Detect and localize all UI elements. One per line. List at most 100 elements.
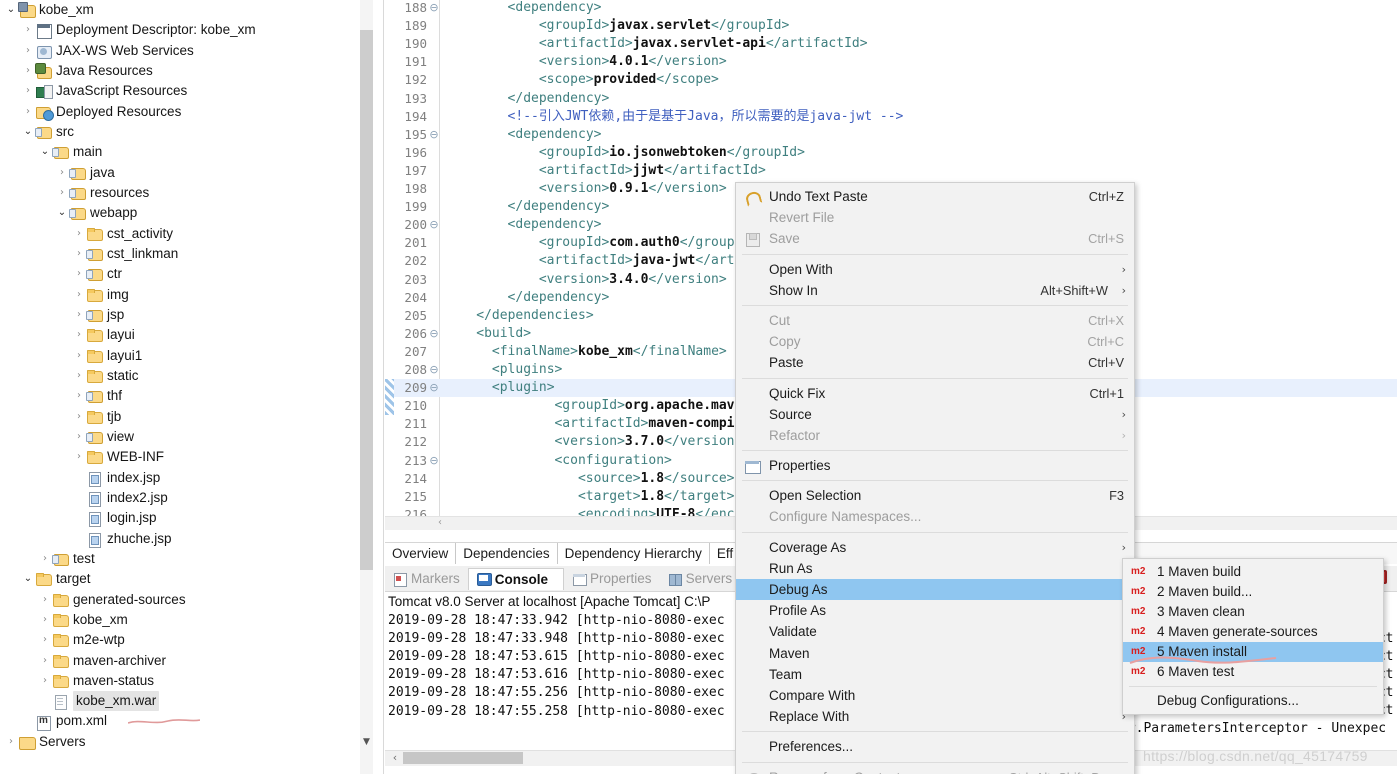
tree-item-generated-sources[interactable]: › generated-sources [0,590,362,610]
chevron-right-icon[interactable]: › [72,346,86,366]
tree-item-zhuche-jsp[interactable]: zhuche.jsp [0,529,362,549]
fold-collapse-icon[interactable]: ⊖ [429,379,439,397]
chevron-right-icon[interactable]: › [72,285,86,305]
code-line-193[interactable]: 193 </dependency> [385,90,1397,108]
tree-item-kobe-xm-war[interactable]: kobe_xm.war [0,691,362,712]
editor-context-menu[interactable]: Undo Text Paste Ctrl+Z Revert File Save Ctrl… [735,182,1135,774]
chevron-right-icon[interactable]: › [38,651,52,671]
chevron-right-icon[interactable]: › [4,732,18,752]
menu-item-validate[interactable]: Validate [736,621,1134,642]
tree-item-java[interactable]: › java [0,163,362,183]
tree-item-index-jsp[interactable]: index.jsp [0,468,362,488]
menu-item-source[interactable]: Source › [736,404,1134,425]
tree-item-layui[interactable]: › layui [0,325,362,345]
chevron-right-icon[interactable]: › [21,81,35,101]
submenu-item-2-maven-build[interactable]: m2 2 Maven build... [1123,582,1383,602]
bottom-tab-servers[interactable]: Servers [660,568,741,590]
tree-item-jsp[interactable]: › jsp [0,305,362,325]
menu-item-show-in[interactable]: Show In Alt+Shift+W › [736,280,1134,301]
tree-item-thf[interactable]: › thf [0,386,362,406]
menu-item-team[interactable]: Team› [736,664,1134,685]
menu-item-open-selection[interactable]: Open Selection F3 [736,485,1134,506]
chevron-right-icon[interactable]: › [21,61,35,81]
fold-collapse-icon[interactable]: ⊖ [429,452,439,470]
tree-item-test[interactable]: › test [0,549,362,569]
tree-item-layui1[interactable]: › layui1 [0,346,362,366]
tree-item-img[interactable]: › img [0,285,362,305]
code-line-196[interactable]: 196 <groupId>io.jsonwebtoken</groupId> [385,144,1397,162]
chevron-right-icon[interactable]: › [72,264,86,284]
chevron-right-icon[interactable]: › [38,610,52,630]
tree-item-kobe-xm[interactable]: › kobe_xm [0,610,362,630]
chevron-right-icon[interactable]: › [72,386,86,406]
tree-item-target[interactable]: ⌄ target [0,569,362,589]
tree-item-pom-xml[interactable]: pom.xml [0,711,362,731]
menu-item-replace-with[interactable]: Replace With › [736,706,1134,727]
submenu-item-debug-configurations[interactable]: Debug Configurations... [1123,691,1383,711]
chevron-right-icon[interactable]: › [38,549,52,569]
menu-item-undo-text-paste[interactable]: Undo Text Paste Ctrl+Z [736,186,1134,207]
chevron-down-icon[interactable]: ⌄ [21,569,35,589]
code-line-188[interactable]: 188 ⊖ <dependency> [385,0,1397,17]
fold-collapse-icon[interactable]: ⊖ [429,0,439,17]
bottom-tab-console[interactable]: Console [467,567,565,590]
fold-collapse-icon[interactable]: ⊖ [429,361,439,379]
editor-scroll-left-icon[interactable]: ‹ [433,516,447,530]
menu-item-properties[interactable]: Properties [736,455,1134,476]
tree-item-deployed-resources[interactable]: › Deployed Resources [0,102,362,122]
tree-item-webapp[interactable]: ⌄ webapp [0,203,362,223]
menu-item-profile-as[interactable]: Profile As› [736,600,1134,621]
tree-item-main[interactable]: ⌄ main [0,142,362,162]
chevron-right-icon[interactable]: › [21,41,35,61]
code-line-191[interactable]: 191 <version>4.0.1</version> [385,53,1397,71]
chevron-right-icon[interactable]: › [38,630,52,650]
chevron-down-icon[interactable]: ⌄ [21,122,35,142]
bottom-tab-properties[interactable]: Properties [564,568,660,590]
fold-collapse-icon[interactable]: ⊖ [429,216,439,234]
chevron-right-icon[interactable]: › [72,366,86,386]
chevron-right-icon[interactable]: › [72,407,86,427]
tree-item-javascript-resources[interactable]: › JavaScript Resources [0,81,362,101]
tree-item-cst-activity[interactable]: › cst_activity [0,224,362,244]
menu-item-preferences[interactable]: Preferences... [736,736,1134,757]
chevron-right-icon[interactable]: › [21,20,35,40]
code-line-197[interactable]: 197 <artifactId>jjwt</artifactId> [385,162,1397,180]
tree-item-tjb[interactable]: › tjb [0,407,362,427]
tree-item-resources[interactable]: › resources [0,183,362,203]
tree-item-cst-linkman[interactable]: › cst_linkman [0,244,362,264]
chevron-right-icon[interactable]: › [72,427,86,447]
console-scrollbar-thumb[interactable] [403,752,523,764]
menu-item-debug-as[interactable]: Debug As› [736,579,1134,601]
tree-item-servers[interactable]: › Servers [0,732,362,752]
project-tree[interactable]: ⌄ kobe_xm › Deployment Descriptor: kobe_xm ›… [0,0,362,752]
chevron-right-icon[interactable]: › [72,244,86,264]
menu-item-open-with[interactable]: Open With › [736,259,1134,280]
tree-item-maven-status[interactable]: › maven-status [0,671,362,691]
menu-item-quick-fix[interactable]: Quick Fix Ctrl+1 [736,383,1134,404]
code-line-192[interactable]: 192 <scope>provided</scope> [385,71,1397,89]
explorer-scrollbar-thumb[interactable] [360,30,373,570]
chevron-right-icon[interactable]: › [55,183,69,203]
package-explorer[interactable]: ⌄ kobe_xm › Deployment Descriptor: kobe_xm ›… [0,0,384,774]
menu-item-compare-with[interactable]: Compare With› [736,685,1134,706]
menu-item-coverage-as[interactable]: Coverage As › [736,537,1134,558]
chevron-right-icon[interactable]: › [72,447,86,467]
tree-item-static[interactable]: › static [0,366,362,386]
bottom-tab-markers[interactable]: Markers [385,568,468,590]
tree-item-jax-ws-web-services[interactable]: › JAX-WS Web Services [0,41,362,61]
tree-item-web-inf[interactable]: › WEB-INF [0,447,362,467]
tree-item-m2e-wtp[interactable]: › m2e-wtp [0,630,362,650]
editor-tab-dependencies[interactable]: Dependencies [456,543,558,564]
explorer-scroll-down-icon[interactable]: ▼ [360,734,373,750]
tree-item-kobe-xm[interactable]: ⌄ kobe_xm [0,0,362,20]
chevron-right-icon[interactable]: › [38,590,52,610]
tree-item-ctr[interactable]: › ctr [0,264,362,284]
tree-item-src[interactable]: ⌄ src [0,122,362,142]
code-line-189[interactable]: 189 <groupId>javax.servlet</groupId> [385,17,1397,35]
chevron-right-icon[interactable]: › [72,325,86,345]
chevron-right-icon[interactable]: › [72,224,86,244]
submenu-item-3-maven-clean[interactable]: m2 3 Maven clean [1123,602,1383,622]
code-line-190[interactable]: 190 <artifactId>javax.servlet-api</artifa… [385,35,1397,53]
code-line-195[interactable]: 195 ⊖ <dependency> [385,126,1397,144]
submenu-item-6-maven-test[interactable]: m2 6 Maven test [1123,662,1383,682]
